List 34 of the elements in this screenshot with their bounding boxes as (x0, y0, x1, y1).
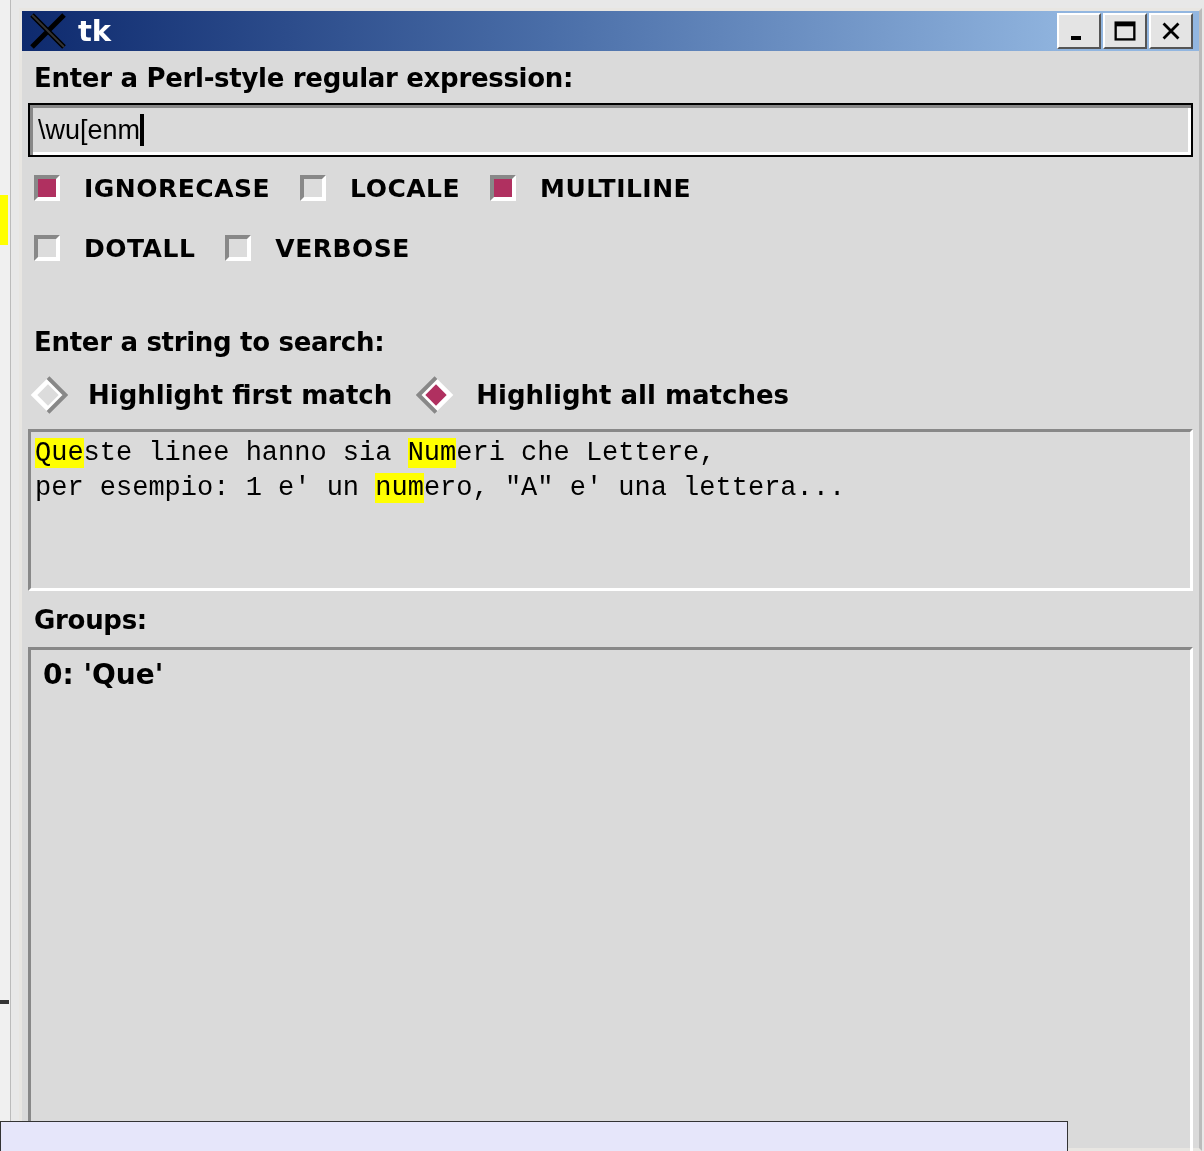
checkbox-label: IGNORECASE (84, 173, 271, 203)
radio-label: Highlight all matches (476, 380, 789, 410)
checkbox[interactable] (34, 235, 60, 261)
regex-field[interactable]: \wu[enm (28, 103, 1193, 157)
text-run: Num (407, 438, 457, 468)
maximize-button[interactable] (1103, 13, 1147, 49)
minimize-button[interactable] (1057, 13, 1101, 49)
search-label: Enter a string to search: (34, 327, 386, 357)
highlight-marker (0, 195, 8, 245)
checkbox-label: MULTILINE (540, 173, 692, 203)
group-result: 0: 'Que' (43, 658, 164, 691)
checkbox[interactable] (225, 235, 252, 261)
text-run: ste linee hanno sia (83, 438, 393, 468)
window-title: tk (78, 14, 112, 48)
regex-label: Enter a Perl-style regular expression: (34, 63, 575, 93)
text-run: eri che Lettere, (456, 438, 716, 468)
text-run: num (375, 473, 424, 503)
text-run: per esempio: 1 e' un (35, 473, 361, 503)
checkbox-label: DOTALL (84, 233, 196, 263)
tick-mark (0, 1000, 9, 1004)
search-text-area[interactable]: Queste linee hanno sia Numeri che Lettere, per esempio: 1 e' un numero, "A" e' una lettera... (28, 429, 1193, 591)
radio-label: Highlight first match (88, 380, 393, 410)
checkbox[interactable] (490, 175, 517, 201)
text-run: Que (35, 438, 84, 468)
x-logo-icon (28, 11, 68, 51)
close-button[interactable] (1149, 13, 1193, 49)
radio-button[interactable] (28, 375, 68, 415)
checkbox-label: LOCALE (350, 173, 461, 203)
checkbox-label: VERBOSE (275, 233, 410, 263)
groups-label: Groups: (34, 605, 148, 635)
checkbox[interactable] (300, 175, 327, 201)
minimize-icon (1071, 36, 1081, 40)
checkbox[interactable] (34, 175, 60, 201)
text-run: ero, "A" e' una lettera... (423, 473, 846, 503)
